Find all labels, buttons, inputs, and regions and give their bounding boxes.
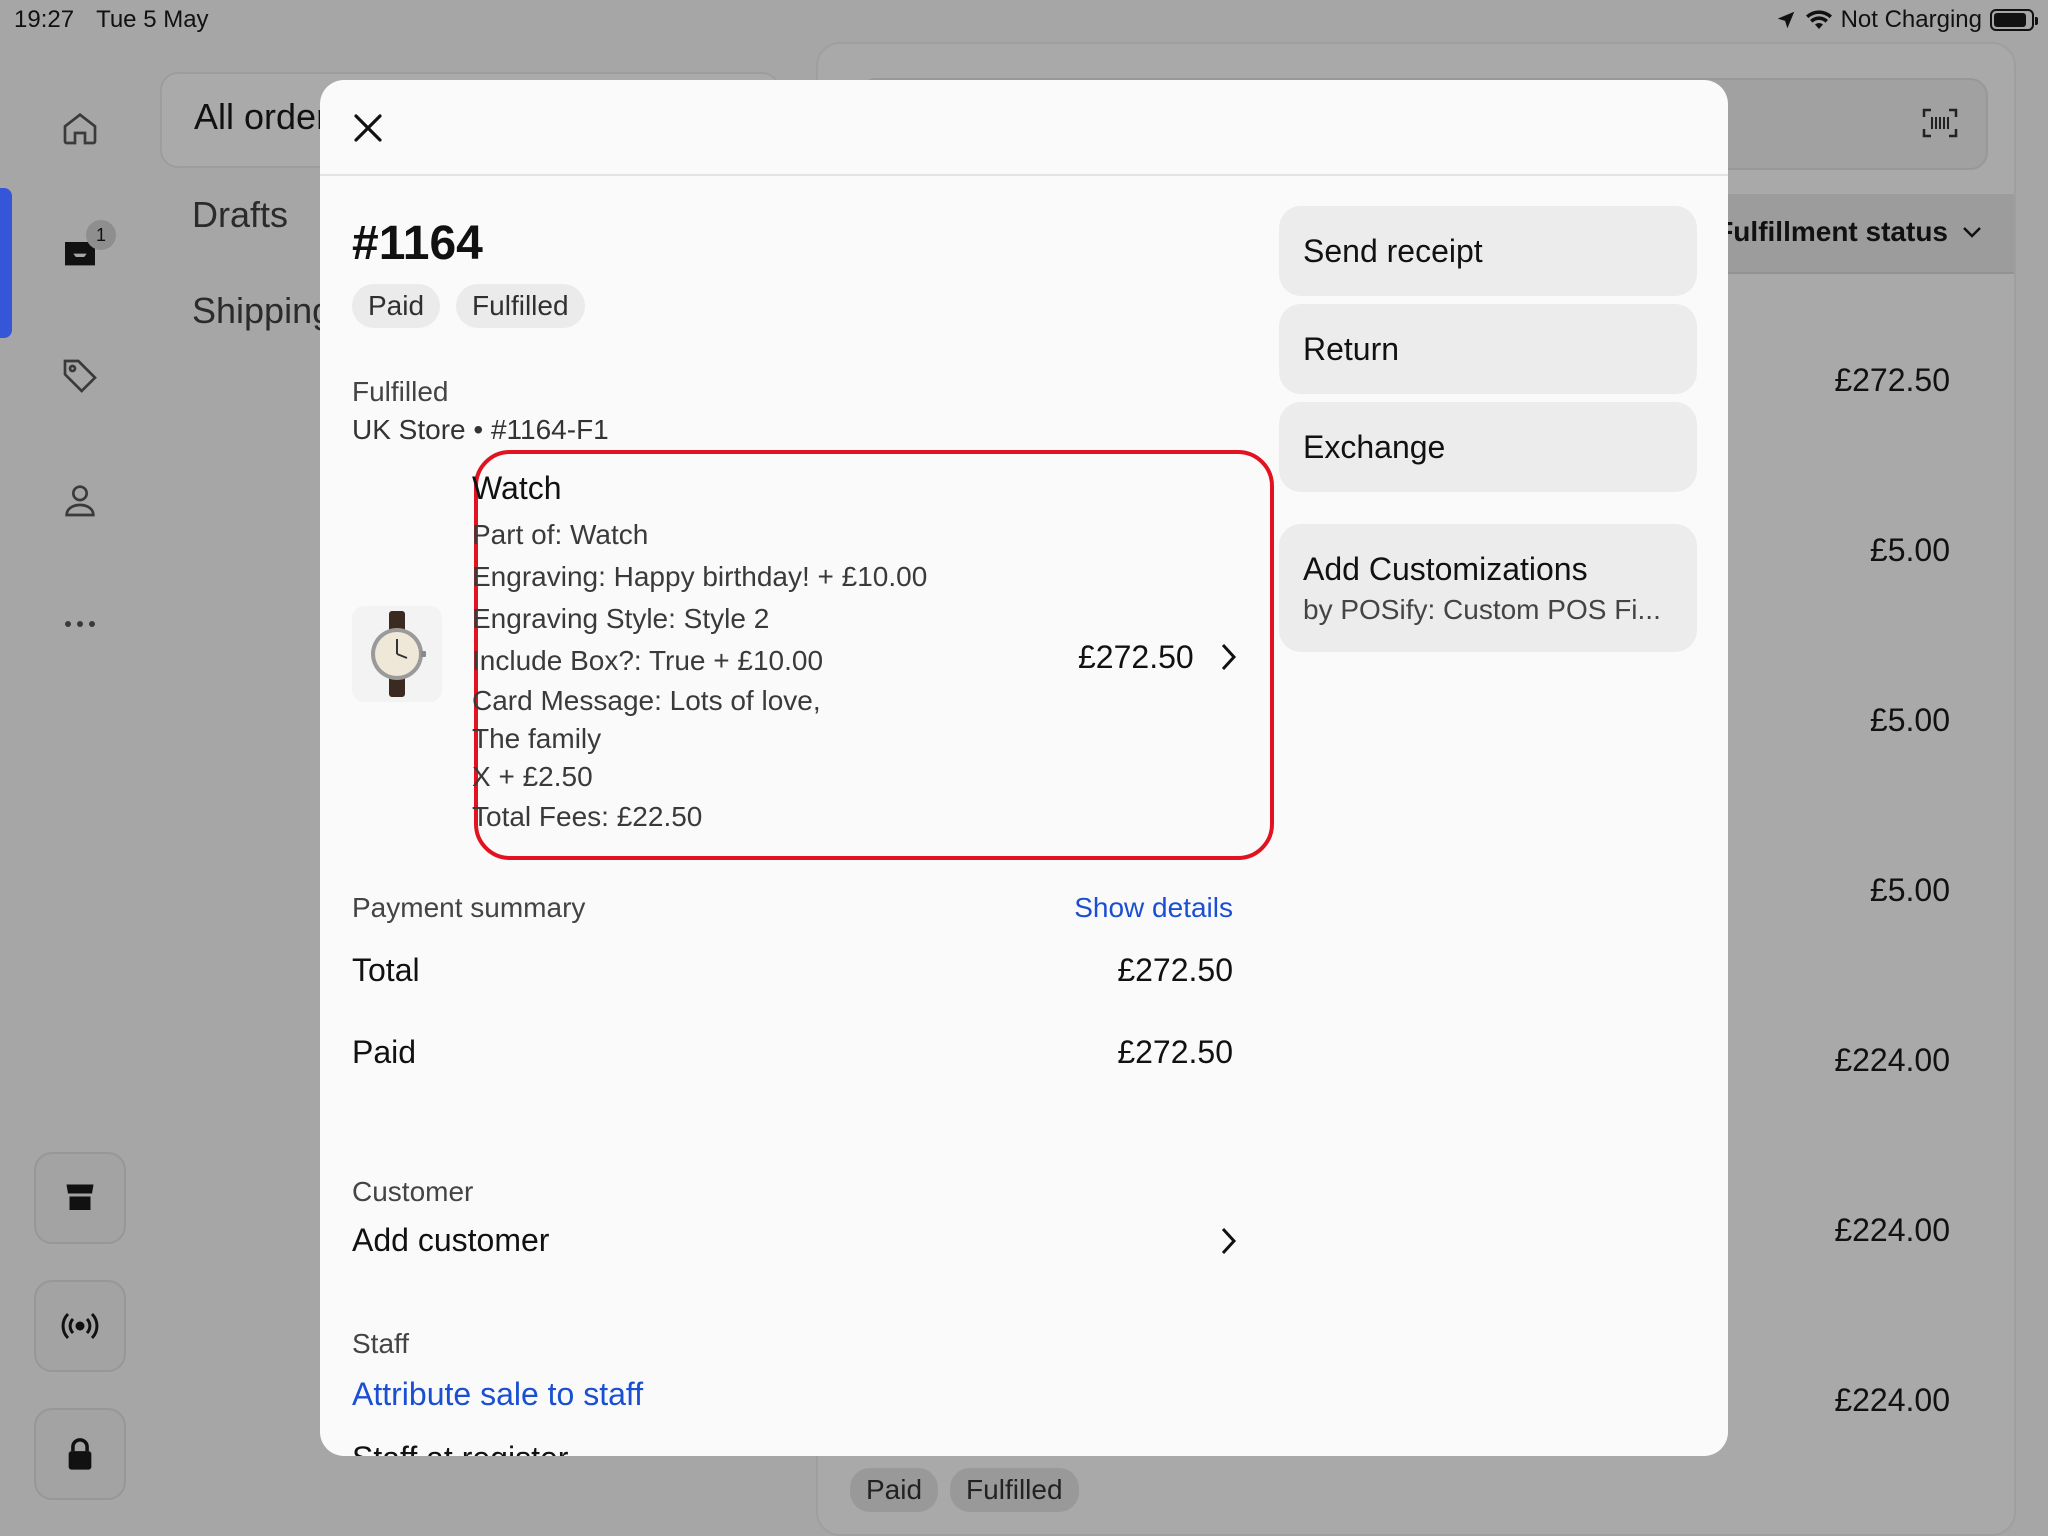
order-amount: £5.00 xyxy=(1869,532,1950,568)
store-icon xyxy=(66,1184,94,1210)
barcode-scan-icon[interactable] xyxy=(1922,108,1958,138)
order-detail-modal: #1164 Paid Fulfilled Fulfilled UK Store … xyxy=(320,80,1728,1456)
chevron-right-icon xyxy=(1221,1227,1237,1255)
line-item-properties: Part of: Watch Engraving: Happy birthday… xyxy=(472,514,927,838)
line-item-open-button[interactable] xyxy=(1220,642,1238,677)
watch-thumbnail xyxy=(352,606,442,702)
show-details-link[interactable]: Show details xyxy=(1074,892,1233,924)
home-icon[interactable] xyxy=(50,98,110,158)
chevron-down-icon xyxy=(1963,227,1981,238)
line-item-property: Card Message: Lots of love, xyxy=(472,685,821,716)
order-actions: Send receipt Return Exchange Add Customi… xyxy=(1279,206,1697,660)
return-button[interactable]: Return xyxy=(1279,304,1697,394)
line-item-price: £272.50 xyxy=(1078,639,1194,675)
fulfillment-status-badge: Fulfilled xyxy=(456,284,585,328)
battery-icon xyxy=(1990,9,2038,31)
status-time: 19:27 xyxy=(14,6,75,33)
order-amount: £224.00 xyxy=(1834,1212,1950,1248)
modal-body: #1164 Paid Fulfilled Fulfilled UK Store … xyxy=(320,176,1728,1456)
order-amount: £272.50 xyxy=(1834,362,1950,398)
order-details: #1164 Paid Fulfilled Fulfilled UK Store … xyxy=(352,176,1274,1456)
close-icon xyxy=(354,114,382,142)
tag-icon[interactable] xyxy=(50,346,110,406)
watch-image xyxy=(371,611,426,697)
line-item-property: Total Fees: £22.50 xyxy=(472,801,703,832)
customizations-title: Add Customizations xyxy=(1303,550,1588,587)
location-arrow-icon xyxy=(1777,11,1794,29)
attribute-sale-link[interactable]: Attribute sale to staff xyxy=(352,1376,643,1413)
paid-label: Paid xyxy=(352,1034,417,1070)
order-amount: £224.00 xyxy=(1834,1382,1950,1418)
close-button[interactable] xyxy=(344,104,392,152)
lock-icon xyxy=(68,1438,92,1470)
modal-header xyxy=(320,80,1728,176)
status-badge: Fulfilled xyxy=(950,1468,1079,1512)
send-receipt-button[interactable]: Send receipt xyxy=(1279,206,1697,296)
order-amount: £5.00 xyxy=(1869,872,1950,908)
broadcast-button[interactable] xyxy=(34,1280,126,1372)
add-customizations-button[interactable]: Add Customizations by POSify: Custom POS… xyxy=(1279,524,1697,652)
store-button[interactable] xyxy=(34,1152,126,1244)
customizations-subtitle: by POSify: Custom POS Fi... xyxy=(1303,593,1661,625)
line-item-property: Engraving Style: Style 2 xyxy=(472,603,770,634)
add-customer-row[interactable]: Add customer xyxy=(352,1222,1237,1272)
line-item-property: Engraving: Happy birthday! + £10.00 xyxy=(472,561,928,592)
order-status-pills: Paid Fulfilled xyxy=(352,284,585,328)
fulfillment-label: Fulfilled xyxy=(352,376,449,407)
paid-value: £272.50 xyxy=(1117,1034,1233,1070)
order-status-pills: Paid Fulfilled xyxy=(850,1468,1079,1512)
more-icon[interactable] xyxy=(50,594,110,654)
order-amount: £5.00 xyxy=(1869,702,1950,738)
lock-button[interactable] xyxy=(34,1408,126,1500)
add-customer-label: Add customer xyxy=(352,1222,550,1258)
active-indicator xyxy=(0,188,12,338)
orders-inbox-icon[interactable]: 1 xyxy=(50,220,116,282)
broadcast-icon xyxy=(61,1312,99,1340)
chevron-right-icon xyxy=(1221,643,1237,671)
order-number: #1164 xyxy=(352,217,483,270)
status-bar: 19:27 Tue 5 May Not Charging xyxy=(0,0,2048,40)
payment-status-badge: Paid xyxy=(352,284,441,328)
staff-label: Staff xyxy=(352,1328,410,1359)
total-value: £272.50 xyxy=(1117,952,1233,988)
drafts-nav[interactable]: Drafts xyxy=(192,194,288,236)
shipping-nav[interactable]: Shipping xyxy=(192,290,332,332)
status-badge: Paid xyxy=(850,1468,939,1512)
exchange-button[interactable]: Exchange xyxy=(1279,402,1697,492)
line-item-property: The family xyxy=(472,723,602,754)
payment-summary-label: Payment summary xyxy=(352,892,586,923)
side-rail: 1 xyxy=(0,40,160,1536)
fulfillment-location: UK Store • #1164-F1 xyxy=(352,414,609,445)
line-item-property: Part of: Watch xyxy=(472,519,649,550)
status-date: Tue 5 May xyxy=(96,6,209,33)
staff-at-register-label: Staff at register xyxy=(352,1440,568,1456)
line-item-property: X + £2.50 xyxy=(472,761,593,792)
customer-label: Customer xyxy=(352,1176,474,1207)
wifi-icon xyxy=(1805,10,1832,29)
customer-icon[interactable] xyxy=(50,470,110,530)
order-amount: £224.00 xyxy=(1834,1042,1950,1078)
fulfillment-status-filter[interactable]: Fulfillment status xyxy=(1716,216,1982,248)
charging-status: Not Charging xyxy=(1840,6,1982,33)
line-item-title: Watch xyxy=(472,470,562,506)
total-label: Total xyxy=(352,952,420,988)
inbox-badge: 1 xyxy=(86,220,116,250)
line-item-property: Include Box?: True + £10.00 xyxy=(472,645,824,676)
